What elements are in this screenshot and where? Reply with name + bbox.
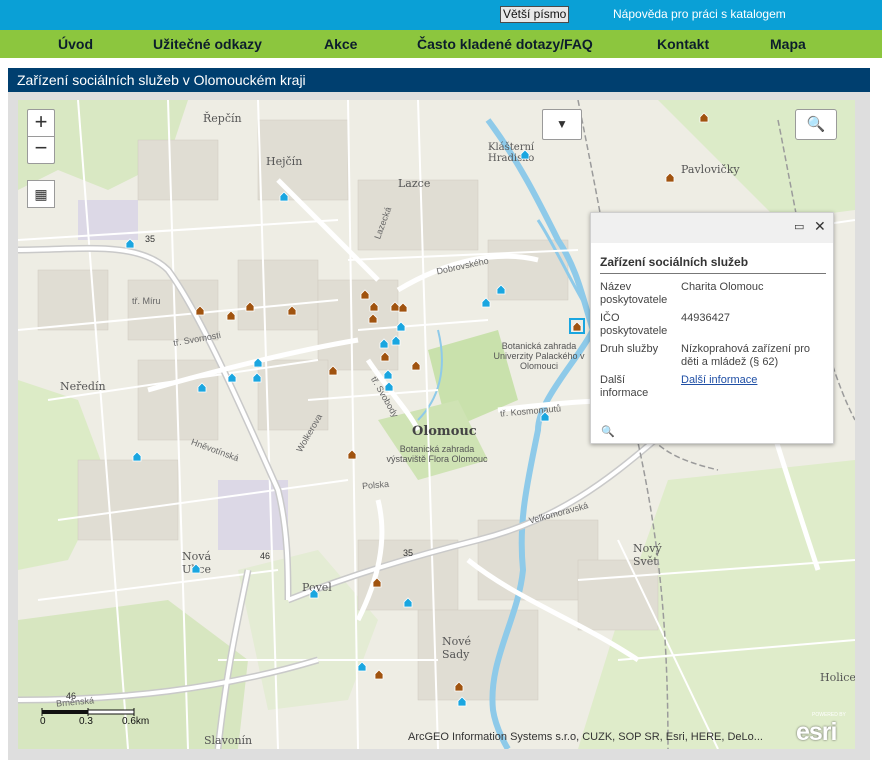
page-title: Zařízení sociálních služeb v Olomouckém …: [8, 68, 870, 92]
social-service-marker-blue[interactable]: [252, 372, 262, 383]
road-number-label: 46: [260, 551, 270, 561]
main-navigation: Úvod Užitečné odkazy Akce Často kladené …: [0, 30, 882, 58]
social-service-marker-brown[interactable]: [245, 301, 255, 312]
social-service-marker-brown[interactable]: [390, 301, 400, 312]
layer-dropdown-button[interactable]: ▼: [542, 109, 582, 140]
social-service-marker-brown[interactable]: [287, 305, 297, 316]
esri-logo: esri: [796, 718, 837, 746]
social-service-marker-brown[interactable]: [369, 301, 379, 312]
more-info-link[interactable]: Další informace: [681, 374, 829, 387]
map-attribution: ArcGEO Information Systems s.r.o, CUZK, …: [408, 731, 763, 743]
social-service-marker-blue[interactable]: [125, 238, 135, 249]
social-service-marker-blue[interactable]: [227, 372, 237, 383]
map-view[interactable]: Řepčín Hejčín Lazce Klášterní Hradisko P…: [18, 100, 855, 749]
popup-field-value: Nízkoprahová zařízení pro děti a mládež …: [681, 343, 811, 368]
zoom-out-button[interactable]: −: [27, 137, 55, 164]
social-service-marker-brown[interactable]: [572, 321, 582, 332]
road-number-label: 35: [145, 234, 155, 244]
social-service-marker-brown[interactable]: [398, 302, 408, 313]
social-service-marker-blue[interactable]: [520, 149, 530, 160]
social-service-marker-blue[interactable]: [481, 297, 491, 308]
feature-popup: ▭ ✕ Zařízení sociálních služeb Název pos…: [590, 212, 834, 444]
social-service-marker-blue[interactable]: [384, 381, 394, 392]
social-service-marker-brown[interactable]: [374, 669, 384, 680]
scale-label: 0.3: [79, 716, 93, 727]
road-number-label: 46: [66, 691, 76, 701]
map-panel: Zařízení sociálních služeb v Olomouckém …: [8, 68, 870, 760]
social-service-marker-blue[interactable]: [279, 191, 289, 202]
nav-item-home[interactable]: Úvod: [58, 34, 93, 54]
social-service-marker-blue[interactable]: [391, 335, 401, 346]
social-service-marker-brown[interactable]: [347, 449, 357, 460]
social-service-marker-brown[interactable]: [411, 360, 421, 371]
bigger-font-button[interactable]: Větší písmo: [500, 6, 570, 23]
social-service-marker-brown[interactable]: [195, 305, 205, 316]
social-service-marker-brown[interactable]: [360, 289, 370, 300]
popup-title: Zařízení sociálních služeb: [600, 255, 826, 274]
social-service-marker-blue[interactable]: [457, 696, 467, 707]
popup-field-key: Název poskytovatele: [600, 281, 668, 306]
popup-header: ▭ ✕: [591, 213, 833, 243]
popup-field-key: Další informace: [600, 374, 649, 399]
basemap-toggle-icon[interactable]: ▦: [27, 180, 55, 208]
zoom-to-icon[interactable]: 🔍: [601, 425, 615, 438]
nav-item-faq[interactable]: Často kladené dotazy/FAQ: [417, 34, 593, 54]
scale-label: 0: [40, 716, 46, 727]
search-icon[interactable]: 🔍: [795, 109, 837, 140]
social-service-marker-brown[interactable]: [380, 351, 390, 362]
social-service-marker-brown[interactable]: [699, 112, 709, 123]
social-service-marker-blue[interactable]: [253, 357, 263, 368]
maximize-icon[interactable]: ▭: [794, 221, 806, 233]
social-service-marker-brown[interactable]: [665, 172, 675, 183]
nav-item-events[interactable]: Akce: [324, 34, 357, 54]
top-bar: Větší písmo Nápověda pro práci s katalog…: [0, 0, 882, 30]
social-service-marker-blue[interactable]: [540, 411, 550, 422]
social-service-marker-blue[interactable]: [396, 321, 406, 332]
nav-item-contact[interactable]: Kontakt: [657, 34, 709, 54]
social-service-marker-blue[interactable]: [191, 563, 201, 574]
popup-field-key: IČO poskytovatele: [600, 312, 668, 337]
social-service-marker-blue[interactable]: [132, 451, 142, 462]
scale-label: 0.6km: [122, 716, 150, 727]
nav-item-useful-links[interactable]: Užitečné odkazy: [153, 34, 262, 54]
social-service-marker-blue[interactable]: [383, 369, 393, 380]
social-service-marker-blue[interactable]: [379, 338, 389, 349]
popup-field-key: Druh služby: [600, 343, 659, 355]
road-number-label: 35: [403, 548, 413, 558]
social-service-marker-blue[interactable]: [496, 284, 506, 295]
popup-field-value: Charita Olomouc: [681, 281, 764, 293]
nav-item-map[interactable]: Mapa: [770, 34, 806, 54]
close-icon[interactable]: ✕: [814, 219, 826, 233]
zoom-in-button[interactable]: +: [27, 109, 55, 137]
social-service-marker-blue[interactable]: [309, 588, 319, 599]
social-service-marker-brown[interactable]: [328, 365, 338, 376]
social-service-marker-brown[interactable]: [226, 310, 236, 321]
social-service-marker-brown[interactable]: [454, 681, 464, 692]
social-service-marker-blue[interactable]: [357, 661, 367, 672]
social-service-marker-blue[interactable]: [197, 382, 207, 393]
social-service-marker-brown[interactable]: [368, 313, 378, 324]
popup-field-value: 44936427: [681, 312, 730, 324]
social-service-marker-blue[interactable]: [403, 597, 413, 608]
catalog-help-link[interactable]: Nápověda pro práci s katalogem: [613, 6, 786, 22]
social-service-marker-brown[interactable]: [372, 577, 382, 588]
